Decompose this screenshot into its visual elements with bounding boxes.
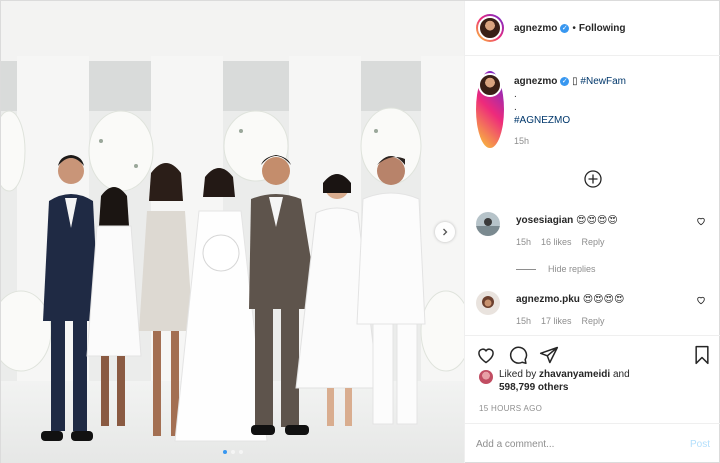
post-timestamp[interactable]: 15 HOURS AGO (479, 404, 542, 413)
commenter-username[interactable]: yosesiagian (516, 215, 573, 226)
commenter-avatar[interactable] (476, 212, 500, 236)
reply-button[interactable]: Reply (582, 237, 605, 247)
commenter-username[interactable]: agnezmo.pku (516, 294, 580, 305)
plus-circle-icon (584, 170, 602, 188)
caption-author-username[interactable]: agnezmo (514, 76, 557, 87)
carousel-indicator (1, 450, 464, 454)
commenter-avatar[interactable] (476, 291, 500, 315)
chevron-right-icon (443, 228, 448, 236)
post-photo[interactable] (1, 1, 464, 463)
liked-by-summary: Liked by zhavanyameidi and 598,799 other… (479, 368, 630, 394)
comment-time: 15h (516, 316, 532, 326)
caption-line-2: . (514, 89, 517, 100)
hashtag-agnezmo[interactable]: #AGNEZMO (514, 114, 626, 127)
carousel-dot (238, 450, 243, 454)
caption-time: 15h (514, 136, 530, 146)
bookmark-save-icon[interactable] (693, 345, 711, 365)
share-paper-plane-icon[interactable] (539, 345, 559, 365)
load-more-comments-button[interactable] (583, 169, 603, 189)
like-comment-heart-icon[interactable] (696, 216, 706, 226)
author-avatar[interactable] (476, 14, 504, 42)
carousel-dot (230, 450, 235, 454)
following-button[interactable]: Following (579, 23, 626, 34)
verified-check-icon: ✓ (560, 76, 570, 86)
hide-replies-button[interactable]: Hide replies (516, 264, 596, 274)
post-side-panel: agnezmo ✓ • Following agnezmo ✓ ▯ #NewFam… (464, 1, 720, 463)
add-comment-bar: Post (465, 423, 720, 463)
comment-bubble-icon[interactable] (508, 345, 528, 365)
like-heart-icon[interactable] (476, 345, 496, 365)
comment-likes[interactable]: 16 likes (541, 237, 572, 247)
carousel-dot (222, 450, 227, 454)
liked-by-username[interactable]: zhavanyameidi (539, 369, 610, 380)
comment-text: 😍😍😍😍 (576, 215, 618, 226)
comment-item: agnezmo.pku 😍😍😍😍 15h 17 likes Reply (476, 291, 711, 326)
reply-button[interactable]: Reply (582, 316, 605, 326)
like-comment-heart-icon[interactable] (696, 295, 706, 305)
post-header: agnezmo ✓ • Following (465, 1, 720, 56)
comment-item: yosesiagian 😍😍😍😍 15h 16 likes Reply (476, 212, 711, 247)
carousel-next-button[interactable] (435, 222, 455, 242)
separator-dot: • (572, 22, 576, 34)
post-comment-button[interactable]: Post (690, 439, 710, 450)
wedding-group-photo (1, 1, 464, 463)
liked-by-prefix: Liked by (499, 369, 537, 380)
author-username[interactable]: agnezmo (514, 23, 557, 34)
comment-text: 😍😍😍😍 (582, 294, 625, 305)
liked-by-and: and (612, 369, 630, 380)
liker-avatar[interactable] (479, 370, 493, 384)
post-caption: agnezmo ✓ ▯ #NewFam . . #AGNEZMO 15h (476, 71, 711, 148)
comment-likes[interactable]: 17 likes (541, 316, 572, 326)
caption-emoji: ▯ (572, 76, 578, 87)
hashtag-newfam[interactable]: #NewFam (580, 76, 626, 87)
hide-replies-label: Hide replies (548, 264, 596, 274)
caption-author-avatar[interactable] (476, 71, 504, 148)
caption-line-3: . (514, 102, 517, 113)
add-comment-input[interactable] (476, 438, 690, 450)
verified-check-icon: ✓ (560, 23, 570, 33)
comment-time: 15h (516, 237, 532, 247)
instagram-post-window: agnezmo ✓ • Following agnezmo ✓ ▯ #NewFam… (0, 0, 720, 463)
liked-by-others-count[interactable]: 598,799 others (499, 382, 569, 393)
